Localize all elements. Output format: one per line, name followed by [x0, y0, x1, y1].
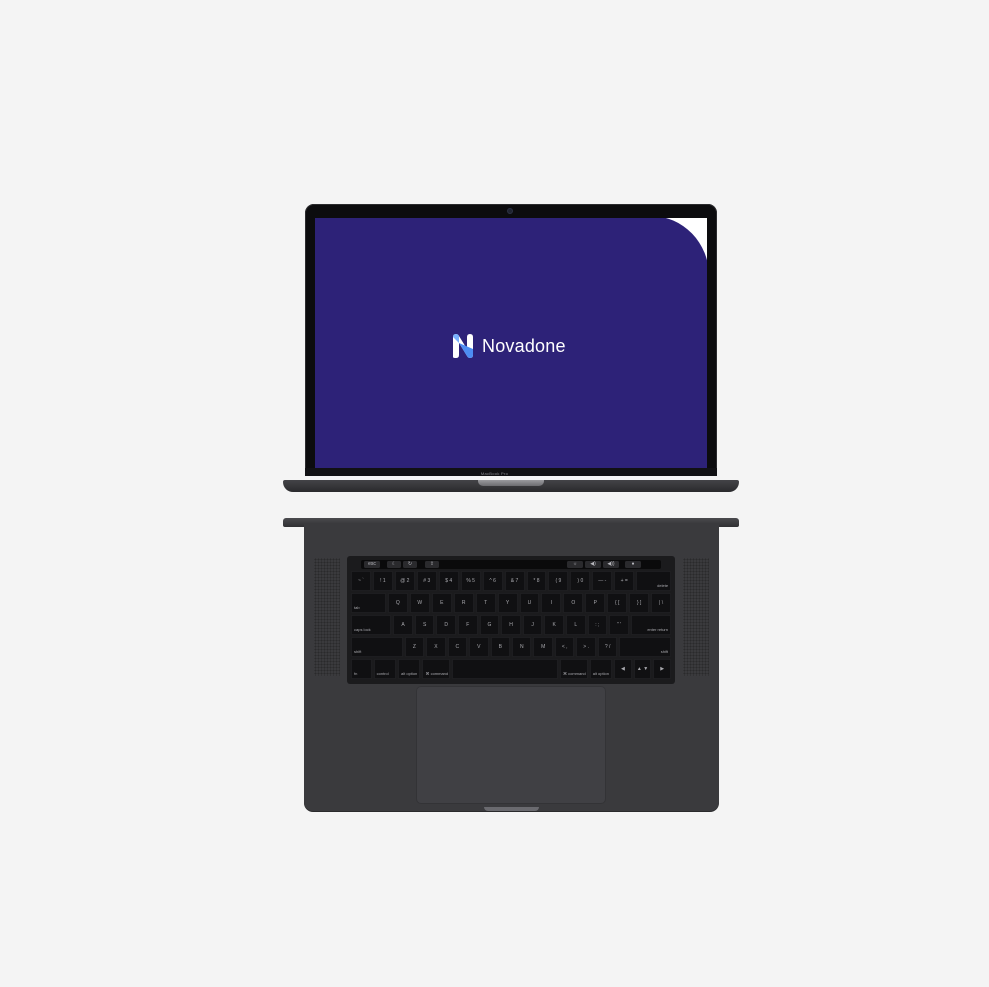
- key-return[interactable]: enter return: [630, 615, 671, 635]
- key-f[interactable]: F: [458, 615, 478, 635]
- key-right-shift[interactable]: shift: [619, 637, 672, 657]
- key-h[interactable]: H: [501, 615, 521, 635]
- keyboard: esc ☾ ↻ ⇪ ☼ ◀) ◀)) ● ~ ` ! 1 @ 2 # 3 $ 4…: [347, 556, 675, 684]
- key-right-bracket[interactable]: } ]: [629, 593, 650, 613]
- key-g[interactable]: G: [479, 615, 500, 635]
- key-left-shift[interactable]: shift: [351, 637, 403, 657]
- screen-corner-shape: [651, 218, 707, 276]
- key-caps-lock[interactable]: caps lock: [351, 615, 392, 635]
- key-i[interactable]: I: [541, 593, 562, 613]
- key-semicolon[interactable]: : ;: [587, 615, 608, 635]
- key-equals[interactable]: + =: [614, 571, 635, 591]
- novadone-logo-icon: [453, 334, 473, 358]
- touchbar-moon-icon[interactable]: ☾: [387, 561, 401, 568]
- key-3[interactable]: # 3: [416, 571, 437, 591]
- key-arrow-right[interactable]: ▶: [653, 659, 672, 679]
- key-v[interactable]: V: [469, 637, 489, 657]
- key-n[interactable]: N: [512, 637, 532, 657]
- key-right-option[interactable]: alt option: [589, 659, 613, 679]
- key-fn[interactable]: fn: [351, 659, 372, 679]
- key-u[interactable]: U: [519, 593, 540, 613]
- key-b[interactable]: B: [490, 637, 511, 657]
- hinge-notch: [478, 480, 544, 486]
- laptop-screen: Novadone: [315, 218, 707, 468]
- key-j[interactable]: J: [522, 615, 543, 635]
- key-quote[interactable]: " ': [609, 615, 629, 635]
- laptop-hinge: [283, 480, 739, 492]
- touchbar-siri-icon[interactable]: ●: [625, 561, 641, 568]
- key-4[interactable]: $ 4: [438, 571, 459, 591]
- key-space[interactable]: [452, 659, 558, 679]
- key-e[interactable]: E: [431, 593, 452, 613]
- key-t[interactable]: T: [475, 593, 496, 613]
- key-8[interactable]: * 8: [526, 571, 547, 591]
- key-q[interactable]: Q: [387, 593, 408, 613]
- key-period[interactable]: > .: [576, 637, 596, 657]
- key-o[interactable]: O: [563, 593, 584, 613]
- model-label: MacBook Pro: [480, 471, 509, 476]
- key-control[interactable]: control: [373, 659, 397, 679]
- key-w[interactable]: W: [409, 593, 430, 613]
- key-arrow-up-down[interactable]: ▲ ▼: [633, 659, 652, 679]
- key-slash[interactable]: ? /: [597, 637, 618, 657]
- key-6[interactable]: ^ 6: [482, 571, 503, 591]
- camera-icon: [508, 209, 512, 213]
- key-right-command[interactable]: ⌘ command: [560, 659, 588, 679]
- key-k[interactable]: K: [544, 615, 564, 635]
- brand-lockup: Novadone: [451, 331, 566, 361]
- key-c[interactable]: C: [447, 637, 468, 657]
- key-5[interactable]: % 5: [460, 571, 481, 591]
- key-p[interactable]: P: [585, 593, 606, 613]
- key-m[interactable]: M: [533, 637, 553, 657]
- keyboard-row-shift: shift Z X C V B N M < , > . ? / shift: [351, 637, 672, 657]
- key-arrow-left[interactable]: ◀: [614, 659, 632, 679]
- key-a[interactable]: A: [393, 615, 413, 635]
- key-left-option[interactable]: alt option: [398, 659, 421, 679]
- key-s[interactable]: S: [414, 615, 435, 635]
- touchbar-share-icon[interactable]: ⇪: [425, 561, 439, 568]
- laptop-lid: Novadone: [305, 204, 717, 476]
- touchbar-esc-key[interactable]: esc: [364, 561, 380, 568]
- touchbar-brightness-icon[interactable]: ☼: [567, 561, 583, 568]
- touchbar-volume-down-icon[interactable]: ◀): [585, 561, 601, 568]
- key-r[interactable]: R: [453, 593, 474, 613]
- brand-name: Novadone: [482, 335, 566, 356]
- trackpad[interactable]: [416, 686, 606, 804]
- keyboard-row-bottom: fn control alt option ⌘ command ⌘ comman…: [351, 659, 672, 679]
- touchbar-volume-up-icon[interactable]: ◀)): [603, 561, 619, 568]
- key-z[interactable]: Z: [404, 637, 425, 657]
- key-tab[interactable]: tab: [351, 593, 386, 613]
- key-d[interactable]: D: [436, 615, 457, 635]
- key-2[interactable]: @ 2: [394, 571, 415, 591]
- key-backslash[interactable]: | \: [651, 593, 672, 613]
- right-speaker-grille: [683, 558, 709, 676]
- key-minus[interactable]: — -: [592, 571, 613, 591]
- key-comma[interactable]: < ,: [554, 637, 575, 657]
- key-9[interactable]: ( 9: [548, 571, 569, 591]
- key-y[interactable]: Y: [497, 593, 518, 613]
- left-speaker-grille: [314, 558, 340, 676]
- key-0[interactable]: ) 0: [570, 571, 591, 591]
- key-7[interactable]: & 7: [504, 571, 525, 591]
- keyboard-row-home: caps lock A S D F G H J K L : ; " ' ente…: [351, 615, 671, 635]
- front-lip: [484, 807, 539, 811]
- key-1[interactable]: ! 1: [372, 571, 393, 591]
- keyboard-row-qwerty: tab Q W E R T Y U I O P { [ } ] | \: [351, 593, 672, 613]
- key-backtick[interactable]: ~ `: [351, 571, 371, 591]
- touchbar-refresh-icon[interactable]: ↻: [403, 561, 417, 568]
- key-left-bracket[interactable]: { [: [607, 593, 628, 613]
- key-left-command[interactable]: ⌘ command: [422, 659, 451, 679]
- keyboard-row-numbers: ~ ` ! 1 @ 2 # 3 $ 4 % 5 ^ 6 & 7 * 8 ( 9 …: [351, 571, 672, 591]
- key-l[interactable]: L: [565, 615, 586, 635]
- touch-bar[interactable]: esc ☾ ↻ ⇪ ☼ ◀) ◀)) ●: [361, 560, 661, 569]
- key-x[interactable]: X: [426, 637, 446, 657]
- laptop-base: esc ☾ ↻ ⇪ ☼ ◀) ◀)) ● ~ ` ! 1 @ 2 # 3 $ 4…: [304, 524, 719, 811]
- background: Novadone MacBook Pro esc ☾ ↻ ⇪ ☼ ◀) ◀)) …: [0, 0, 989, 987]
- key-delete[interactable]: delete: [636, 571, 672, 591]
